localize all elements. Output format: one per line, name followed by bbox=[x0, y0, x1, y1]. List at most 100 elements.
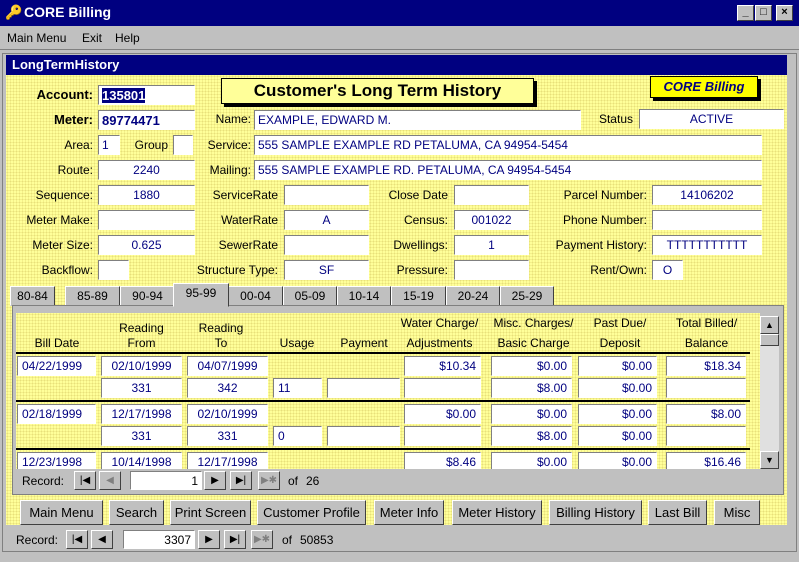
reading-from-date-cell[interactable]: 10/14/1998 bbox=[101, 452, 182, 469]
minimize-button[interactable]: _ bbox=[737, 5, 754, 21]
status-field[interactable]: ACTIVE bbox=[639, 109, 784, 129]
tab-95-99[interactable]: 95-99 bbox=[173, 283, 229, 307]
payment-cell[interactable] bbox=[327, 378, 400, 398]
deposit-cell[interactable]: $0.00 bbox=[578, 378, 657, 398]
menu-main-menu[interactable]: Main Menu bbox=[7, 31, 66, 45]
last-record-button[interactable]: ▶| bbox=[230, 471, 252, 490]
name-field[interactable]: EXAMPLE, EDWARD M. bbox=[254, 110, 581, 130]
meter-history-button[interactable]: Meter History bbox=[452, 500, 542, 525]
past-due-cell[interactable]: $0.00 bbox=[578, 452, 657, 469]
next-record-button[interactable]: ▶ bbox=[198, 530, 220, 549]
bill-date-cell[interactable]: 12/23/1998 bbox=[17, 452, 96, 469]
payment-cell[interactable] bbox=[327, 426, 400, 446]
balance-cell[interactable] bbox=[666, 378, 746, 398]
maximize-button[interactable]: □ bbox=[755, 5, 772, 21]
reading-from-cell[interactable]: 331 bbox=[101, 426, 182, 446]
route-field[interactable]: 2240 bbox=[98, 160, 195, 180]
total-billed-cell[interactable]: $18.34 bbox=[666, 356, 746, 376]
reading-from-date-cell[interactable]: 12/17/1998 bbox=[101, 404, 182, 424]
main-menu-button[interactable]: Main Menu bbox=[20, 500, 103, 525]
tab-15-19[interactable]: 15-19 bbox=[391, 286, 446, 306]
meter-size-field[interactable]: 0.625 bbox=[98, 235, 195, 255]
water-rate-field[interactable]: A bbox=[284, 210, 369, 230]
past-due-cell[interactable]: $0.00 bbox=[578, 404, 657, 424]
usage-cell[interactable]: 0 bbox=[273, 426, 322, 446]
reading-to-date-cell[interactable]: 02/10/1999 bbox=[187, 404, 268, 424]
structure-type-field[interactable]: SF bbox=[284, 260, 369, 280]
water-charge-cell[interactable]: $10.34 bbox=[404, 356, 481, 376]
scroll-up-button[interactable]: ▲ bbox=[760, 316, 779, 334]
reading-from-cell[interactable]: 331 bbox=[101, 378, 182, 398]
adjustments-cell[interactable] bbox=[404, 426, 481, 446]
usage-cell[interactable]: 11 bbox=[273, 378, 322, 398]
tab-85-89[interactable]: 85-89 bbox=[65, 286, 120, 306]
total-billed-cell[interactable]: $16.46 bbox=[666, 452, 746, 469]
sequence-field[interactable]: 1880 bbox=[98, 185, 195, 205]
first-record-button[interactable]: |◀ bbox=[66, 530, 88, 549]
tab-80-84[interactable]: 80-84 bbox=[10, 286, 55, 306]
area-field[interactable]: 1 bbox=[98, 135, 120, 155]
prev-record-button[interactable]: ◀ bbox=[99, 471, 121, 490]
total-billed-cell[interactable]: $8.00 bbox=[666, 404, 746, 424]
payment-history-field[interactable]: TTTTTTTTTTT bbox=[652, 235, 762, 255]
reading-to-cell[interactable]: 331 bbox=[187, 426, 268, 446]
billing-history-button[interactable]: Billing History bbox=[549, 500, 642, 525]
tab-00-04[interactable]: 00-04 bbox=[228, 286, 283, 306]
search-button[interactable]: Search bbox=[109, 500, 164, 525]
water-charge-cell[interactable]: $8.46 bbox=[404, 452, 481, 469]
reading-to-date-cell[interactable]: 04/07/1999 bbox=[187, 356, 268, 376]
close-date-field[interactable] bbox=[454, 185, 529, 205]
census-field[interactable]: 001022 bbox=[454, 210, 529, 230]
new-record-button[interactable]: ▶✱ bbox=[251, 530, 273, 549]
first-record-button[interactable]: |◀ bbox=[74, 471, 96, 490]
misc-button[interactable]: Misc bbox=[714, 500, 760, 525]
group-field[interactable] bbox=[173, 135, 193, 155]
tab-20-24[interactable]: 20-24 bbox=[446, 286, 500, 306]
history-scrollbar[interactable]: ▲ ▼ bbox=[760, 316, 779, 469]
balance-cell[interactable] bbox=[666, 426, 746, 446]
misc-charges-cell[interactable]: $0.00 bbox=[491, 404, 572, 424]
print-screen-button[interactable]: Print Screen bbox=[170, 500, 251, 525]
past-due-cell[interactable]: $0.00 bbox=[578, 356, 657, 376]
service-field[interactable]: 555 SAMPLE EXAMPLE RD PETALUMA, CA 94954… bbox=[254, 135, 762, 155]
backflow-field[interactable] bbox=[98, 260, 129, 280]
mailing-field[interactable]: 555 SAMPLE EXAMPLE RD. PETALUMA, CA 9495… bbox=[254, 160, 762, 180]
pressure-field[interactable] bbox=[454, 260, 529, 280]
adjustments-cell[interactable] bbox=[404, 378, 481, 398]
close-button[interactable]: × bbox=[776, 5, 793, 21]
last-bill-button[interactable]: Last Bill bbox=[648, 500, 707, 525]
last-record-button[interactable]: ▶| bbox=[224, 530, 246, 549]
reading-to-date-cell[interactable]: 12/17/1998 bbox=[187, 452, 268, 469]
bill-date-cell[interactable]: 04/22/1999 bbox=[17, 356, 96, 376]
menu-help[interactable]: Help bbox=[115, 31, 140, 45]
water-charge-cell[interactable]: $0.00 bbox=[404, 404, 481, 424]
tab-90-94[interactable]: 90-94 bbox=[120, 286, 175, 306]
new-record-button[interactable]: ▶✱ bbox=[258, 471, 280, 490]
next-record-button[interactable]: ▶ bbox=[204, 471, 226, 490]
tab-25-29[interactable]: 25-29 bbox=[500, 286, 554, 306]
tab-05-09[interactable]: 05-09 bbox=[283, 286, 337, 306]
meter-make-field[interactable] bbox=[98, 210, 195, 230]
customer-profile-button[interactable]: Customer Profile bbox=[257, 500, 366, 525]
parcel-number-field[interactable]: 14106202 bbox=[652, 185, 762, 205]
rent-own-field[interactable]: O bbox=[652, 260, 683, 280]
misc-charges-cell[interactable]: $0.00 bbox=[491, 452, 572, 469]
sewer-rate-field[interactable] bbox=[284, 235, 369, 255]
phone-number-field[interactable] bbox=[652, 210, 762, 230]
record-number-field[interactable]: 1 bbox=[130, 471, 202, 490]
meter-field[interactable]: 89774471 bbox=[98, 110, 195, 130]
record-number-field[interactable]: 3307 bbox=[123, 530, 195, 549]
meter-info-button[interactable]: Meter Info bbox=[374, 500, 444, 525]
dwellings-field[interactable]: 1 bbox=[454, 235, 529, 255]
account-field[interactable]: 135801 bbox=[98, 85, 195, 105]
bill-date-cell[interactable]: 02/18/1999 bbox=[17, 404, 96, 424]
prev-record-button[interactable]: ◀ bbox=[91, 530, 113, 549]
scroll-down-button[interactable]: ▼ bbox=[760, 451, 779, 469]
misc-charges-cell[interactable]: $0.00 bbox=[491, 356, 572, 376]
deposit-cell[interactable]: $0.00 bbox=[578, 426, 657, 446]
tab-10-14[interactable]: 10-14 bbox=[337, 286, 391, 306]
reading-to-cell[interactable]: 342 bbox=[187, 378, 268, 398]
service-rate-field[interactable] bbox=[284, 185, 369, 205]
menu-exit[interactable]: Exit bbox=[82, 31, 102, 45]
basic-charge-cell[interactable]: $8.00 bbox=[491, 378, 572, 398]
